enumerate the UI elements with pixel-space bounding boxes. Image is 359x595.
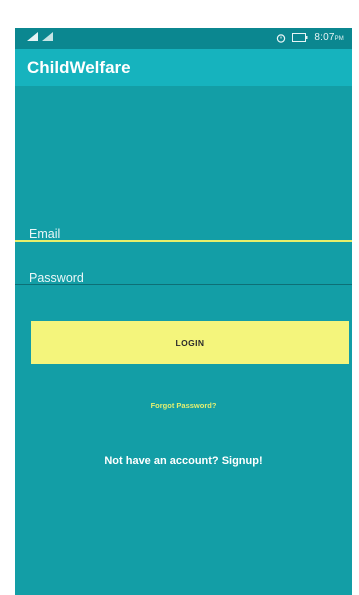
wifi-icon [42,32,53,41]
signup-link[interactable]: Not have an account? Signup! [15,455,352,467]
status-bar: 8:07PM [15,28,352,49]
password-field-container [29,268,343,288]
screen: 8:07PM ChildWelfare LOGIN Forgot Passwor… [15,28,352,595]
signal-icon [27,32,38,41]
app-title: ChildWelfare [27,58,131,77]
password-underline [15,284,352,285]
login-button[interactable]: LOGIN [31,321,349,364]
status-time-value: 8:07 [314,32,335,43]
battery-icon [292,33,308,42]
app-bar: ChildWelfare [15,49,352,86]
status-time-suffix: PM [334,36,344,42]
password-field[interactable] [29,268,343,288]
status-time: 8:07PM [314,32,344,43]
alarm-icon [276,33,286,43]
email-underline [15,240,352,242]
status-right: 8:07PM [276,32,344,43]
forgot-password-link[interactable]: Forgot Password? [15,401,352,410]
status-left [27,32,53,41]
